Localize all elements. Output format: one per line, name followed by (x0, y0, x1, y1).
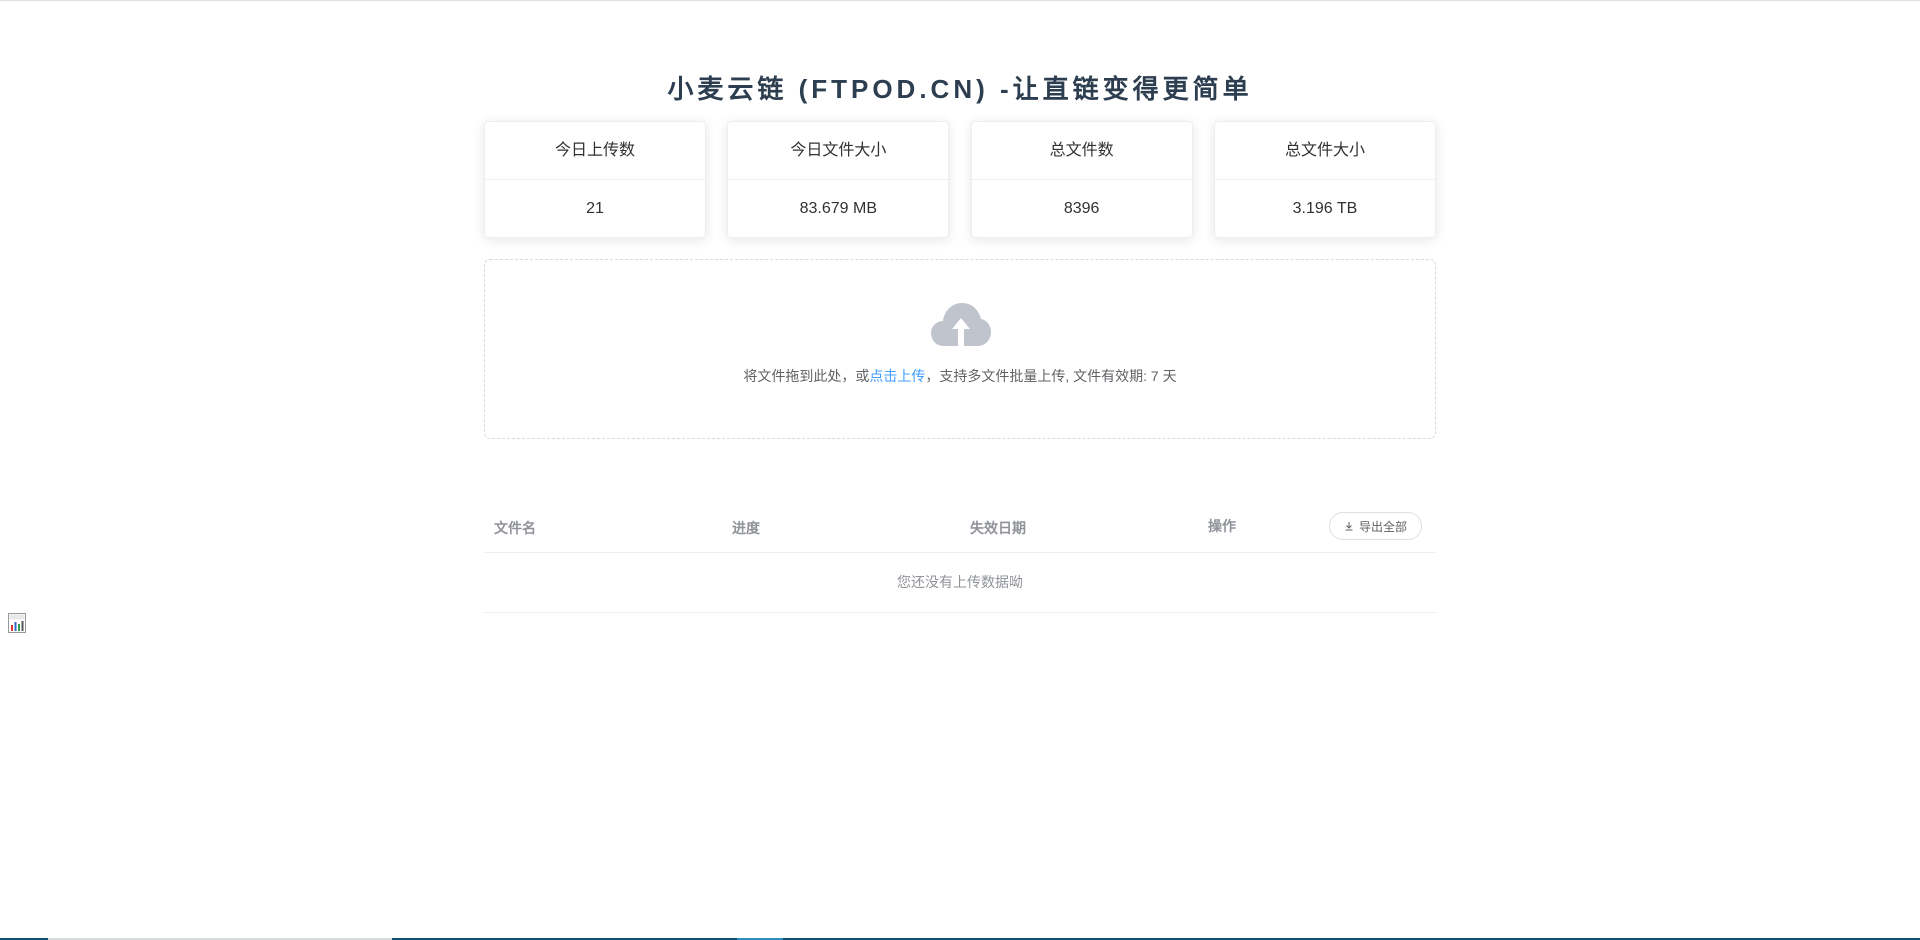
table-header: 文件名 进度 失效日期 操作 导出全部 (484, 501, 1436, 553)
stat-label: 今日上传数 (485, 122, 705, 180)
stat-value: 83.679 MB (799, 200, 878, 217)
export-all-button[interactable]: 导出全部 (1329, 512, 1423, 540)
stat-label: 总文件数 (971, 122, 1192, 180)
stat-card-today-uploads: 今日上传数 21 (484, 121, 706, 238)
stat-value: 21 (586, 200, 604, 217)
export-all-label: 导出全部 (1359, 519, 1408, 534)
download-icon (1345, 522, 1353, 531)
upload-hint-text: 将文件拖到此处，或 (743, 368, 870, 384)
upload-dropzone[interactable]: 将文件拖到此处，或点击上传，支持多文件批量上传, 文件有效期: 7 天 (484, 259, 1436, 439)
stat-card-total-size: 总文件大小 3.196 TB (1213, 121, 1436, 238)
page-title: 小麦云链 (FTPOD.CN) -让直链变得更简单 (667, 74, 1253, 104)
stat-value: 3.196 TB (1292, 200, 1358, 217)
column-expire-date: 失效日期 (970, 520, 1026, 536)
stats-widget-icon[interactable] (8, 613, 26, 633)
file-table: 文件名 进度 失效日期 操作 导出全部 您还没有上传数据呦 (484, 501, 1436, 613)
stat-label: 总文件大小 (1214, 122, 1435, 180)
cloud-upload-icon (931, 303, 991, 346)
click-upload-link[interactable]: 点击上传 (869, 368, 925, 384)
stat-label: 今日文件大小 (728, 122, 949, 180)
column-filename: 文件名 (494, 520, 536, 536)
column-progress: 进度 (732, 520, 760, 536)
stat-value: 8396 (1063, 200, 1100, 217)
upload-hint: 将文件拖到此处，或点击上传，支持多文件批量上传, 文件有效期: 7 天 (485, 366, 1435, 386)
stats-row: 今日上传数 21 今日文件大小 83.679 MB 总文件数 8396 总文件大… (484, 121, 1436, 238)
page: 小麦云链 (FTPOD.CN) -让直链变得更简单 今日上传数 21 今日文件大… (0, 0, 1920, 940)
table-empty-text: 您还没有上传数据呦 (484, 553, 1436, 613)
stat-card-today-size: 今日文件大小 83.679 MB (727, 121, 950, 238)
stat-card-total-files: 总文件数 8396 (970, 121, 1193, 238)
upload-hint-suffix: ，支持多文件批量上传, 文件有效期: 7 天 (925, 368, 1177, 384)
column-action: 操作 (1208, 518, 1236, 534)
